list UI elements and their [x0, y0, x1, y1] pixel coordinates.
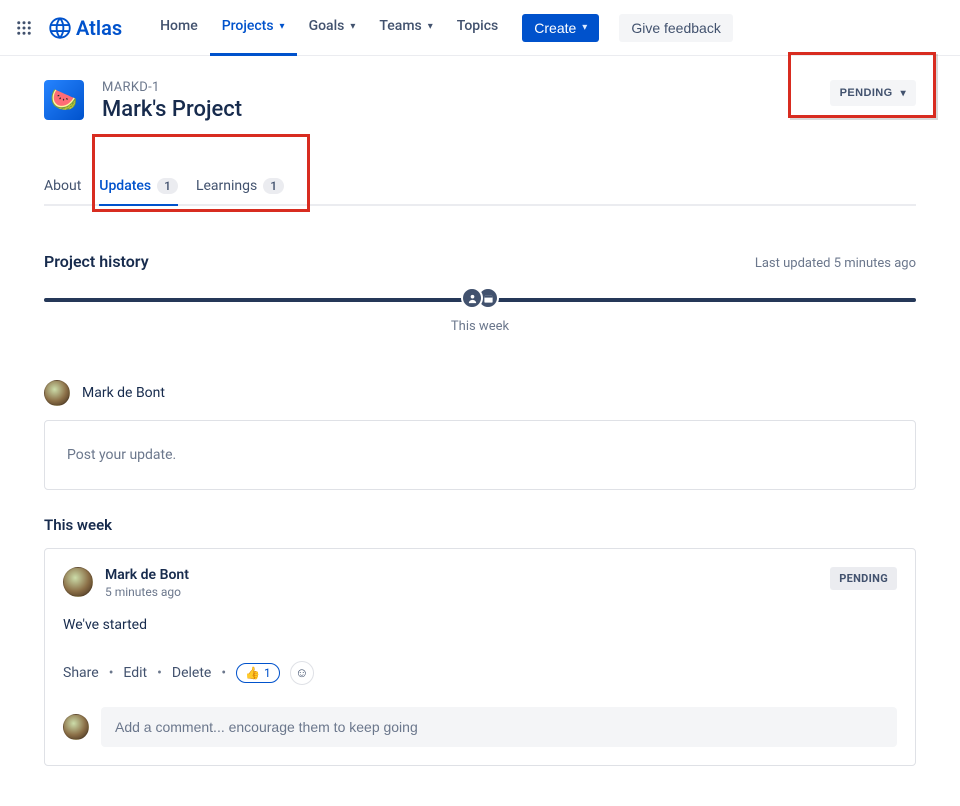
avatar [63, 714, 89, 740]
update-body: We've started [63, 617, 897, 633]
person-icon [461, 287, 483, 309]
project-key: MARKD-1 [102, 80, 812, 95]
chevron-down-icon: ▾ [428, 21, 433, 32]
project-title: Mark's Project [102, 97, 812, 122]
avatar [44, 380, 70, 406]
nav-home[interactable]: Home [148, 0, 210, 56]
project-icon: 🍉 [44, 80, 84, 120]
edit-action[interactable]: Edit [123, 665, 147, 681]
chevron-down-icon: ▾ [350, 21, 355, 32]
timeline-node-label: This week [44, 319, 916, 334]
compose-author-name: Mark de Bont [82, 385, 165, 401]
nav-goals[interactable]: Goals ▾ [297, 0, 368, 56]
nav-projects[interactable]: Projects ▾ [210, 0, 297, 56]
compose-update-input[interactable]: Post your update. [44, 420, 916, 490]
chevron-down-icon: ▾ [280, 21, 285, 32]
project-status-button[interactable]: PENDING ▾ [830, 80, 916, 106]
avatar [63, 567, 93, 597]
week-heading: This week [44, 516, 916, 534]
project-timeline [44, 287, 916, 311]
last-updated-text: Last updated 5 minutes ago [755, 256, 916, 271]
share-action[interactable]: Share [63, 665, 99, 681]
updates-count-badge: 1 [157, 178, 178, 194]
brand-name: Atlas [76, 16, 122, 40]
learnings-count-badge: 1 [263, 178, 284, 194]
delete-action[interactable]: Delete [172, 665, 211, 681]
update-card: Mark de Bont 5 minutes ago PENDING We've… [44, 548, 916, 766]
update-status-badge: PENDING [830, 567, 897, 590]
tab-learnings[interactable]: Learnings 1 [196, 170, 284, 206]
tab-updates[interactable]: Updates 1 [99, 170, 178, 206]
update-author: Mark de Bont [105, 567, 189, 583]
nav-teams[interactable]: Teams ▾ [367, 0, 444, 56]
reaction-thumbsup[interactable]: 👍 1 [236, 663, 280, 683]
project-history-heading: Project history [44, 252, 149, 271]
atlas-logo[interactable]: Atlas [48, 16, 122, 40]
comment-input[interactable] [101, 707, 897, 747]
chevron-down-icon: ▾ [582, 22, 587, 33]
create-button[interactable]: Create ▾ [522, 14, 599, 42]
nav-topics[interactable]: Topics [445, 0, 510, 56]
update-timestamp: 5 minutes ago [105, 585, 189, 599]
app-switcher-icon[interactable] [12, 16, 36, 40]
add-reaction-button[interactable]: ☺ [290, 661, 314, 685]
give-feedback-button[interactable]: Give feedback [619, 14, 733, 42]
chevron-down-icon: ▾ [901, 88, 906, 99]
tab-about[interactable]: About [44, 170, 81, 206]
